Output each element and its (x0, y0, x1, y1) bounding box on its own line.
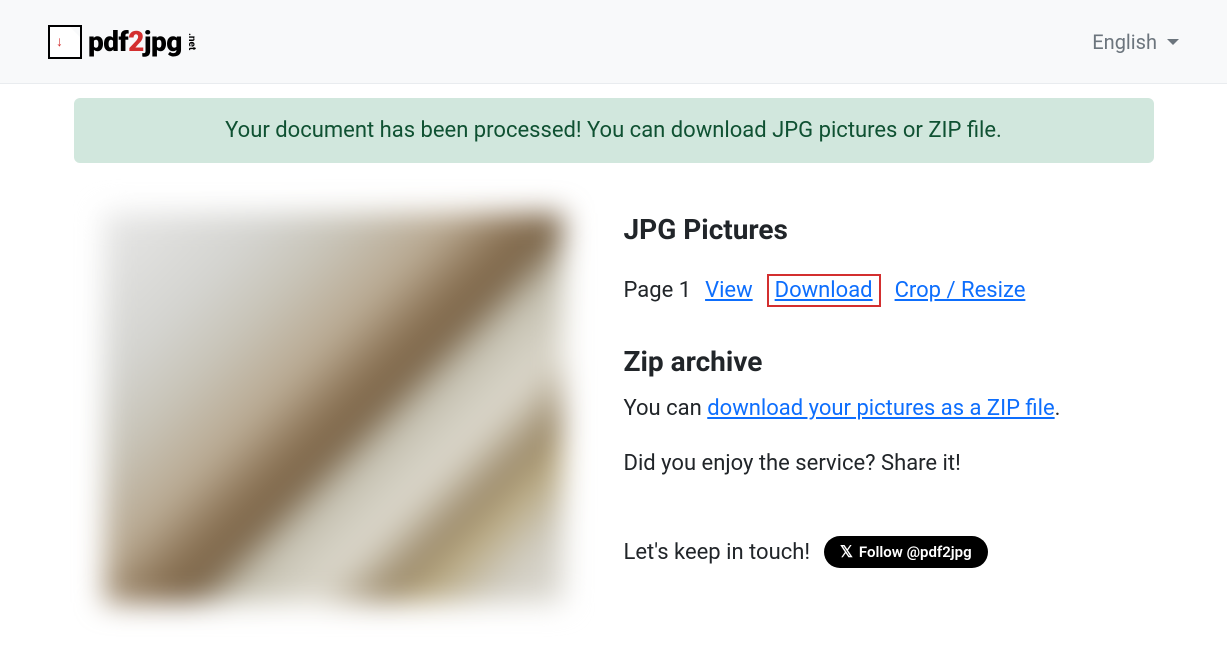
chevron-down-icon (1167, 39, 1179, 45)
logo-two: 2 (128, 25, 144, 58)
download-link[interactable]: Download (775, 278, 873, 303)
x-icon: 𝕏 (840, 542, 853, 562)
language-label: English (1092, 30, 1157, 54)
language-selector[interactable]: English (1092, 30, 1179, 54)
share-text: Did you enjoy the service? Share it! (624, 451, 1124, 476)
logo[interactable]: pdf2jpg .net (48, 25, 197, 59)
logo-jpg: jpg (144, 25, 182, 58)
page-label: Page 1 (624, 278, 692, 303)
logo-text: pdf2jpg (88, 25, 182, 58)
view-link[interactable]: View (705, 278, 753, 303)
jpg-heading: JPG Pictures (624, 213, 1124, 246)
follow-label: Follow @pdf2jpg (859, 543, 972, 561)
logo-net: .net (186, 33, 197, 50)
download-highlight: Download (767, 274, 881, 307)
topbar: pdf2jpg .net English (0, 0, 1227, 84)
alert-message: Your document has been processed! You ca… (225, 118, 1002, 143)
preview-image[interactable] (104, 213, 564, 603)
touch-text: Let's keep in touch! (624, 540, 811, 565)
twitter-follow-button[interactable]: 𝕏 Follow @pdf2jpg (824, 536, 988, 568)
touch-row: Let's keep in touch! 𝕏 Follow @pdf2jpg (624, 536, 1124, 568)
zip-heading: Zip archive (624, 345, 1124, 378)
main-container: Your document has been processed! You ca… (59, 98, 1169, 643)
actions-column: JPG Pictures Page 1 View Download Crop /… (624, 213, 1124, 603)
zip-download-link[interactable]: download your pictures as a ZIP file (707, 396, 1054, 421)
content-row: JPG Pictures Page 1 View Download Crop /… (74, 203, 1154, 643)
preview-column (104, 213, 564, 603)
pdf-icon (48, 25, 82, 59)
success-alert: Your document has been processed! You ca… (74, 98, 1154, 163)
zip-text: You can download your pictures as a ZIP … (624, 396, 1124, 421)
zip-suffix: . (1055, 396, 1061, 421)
crop-resize-link[interactable]: Crop / Resize (895, 278, 1026, 303)
page-row: Page 1 View Download Crop / Resize (624, 274, 1124, 307)
logo-pdf: pdf (88, 25, 128, 58)
zip-prefix: You can (624, 396, 708, 421)
